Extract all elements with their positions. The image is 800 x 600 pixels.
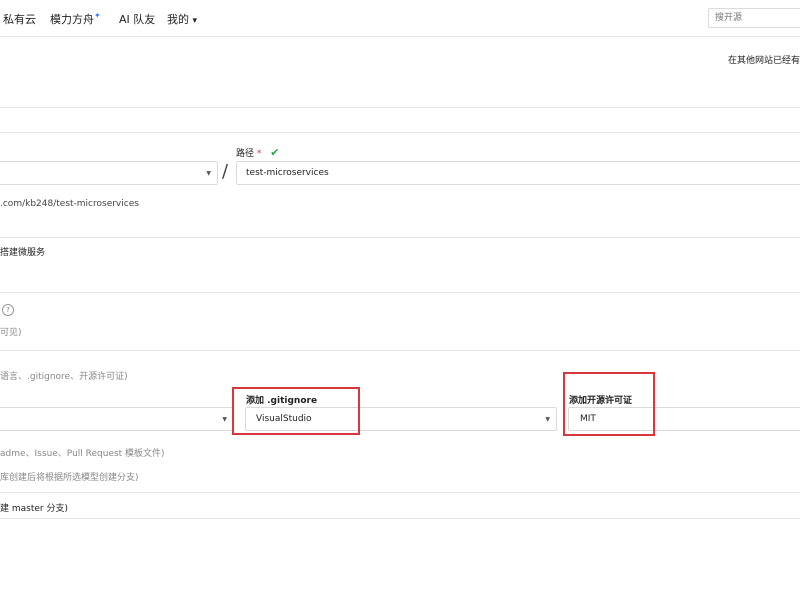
divider [0, 107, 800, 108]
nav-model-ark[interactable]: 模力方舟✦ [50, 11, 101, 27]
description-text: 搭建微服务 [0, 248, 46, 258]
path-label: 路径 [236, 149, 255, 159]
header-divider [0, 36, 800, 37]
language-select[interactable]: ▼ [0, 407, 234, 431]
divider [0, 132, 800, 133]
path-input-value: test-microservices [246, 168, 329, 178]
visibility-note: 可见) [0, 328, 22, 338]
master-branch-option[interactable]: 建 master 分支) [0, 501, 68, 514]
divider [0, 350, 800, 351]
divider [0, 492, 800, 493]
check-icon: ✔ [270, 146, 280, 159]
chevron-down-icon: ▾ [192, 16, 198, 26]
caret-down-icon: ▼ [206, 170, 211, 177]
owner-select[interactable]: ▼ [0, 161, 218, 185]
nav-mine[interactable]: 我的 ▾ [167, 11, 197, 27]
divider [0, 292, 800, 293]
nav-private-cloud[interactable]: 私有云 [3, 11, 36, 27]
nav-model-ark-label: 模力方舟 [50, 13, 94, 26]
nav-ai-teammate[interactable]: AI 队友 [119, 11, 155, 27]
branch-model-hint: 库创建后将根据所选模型创建分支) [0, 473, 139, 483]
sparkle-icon: ✦ [94, 11, 101, 20]
path-separator: / [222, 161, 229, 182]
caret-down-icon: ▼ [545, 416, 550, 423]
license-highlight [563, 372, 655, 436]
caret-down-icon: ▼ [222, 416, 227, 423]
required-mark: * [256, 149, 262, 159]
help-icon[interactable]: ? [2, 304, 14, 316]
path-input[interactable]: test-microservices [236, 161, 800, 185]
template-hint: adme、Issue、Pull Request 模板文件) [0, 449, 165, 459]
nav-mine-label: 我的 [167, 13, 189, 26]
init-hint: 语言、.gitignore、开源许可证) [0, 372, 128, 382]
repo-url-preview: .com/kb248/test-microservices [0, 199, 139, 209]
path-label-row: 路径 * ✔ [236, 146, 279, 159]
divider [0, 237, 800, 238]
import-hint-text: 在其他网站已经有 [728, 56, 800, 66]
divider [0, 518, 800, 519]
search-input[interactable] [708, 8, 800, 28]
gitignore-highlight [232, 387, 360, 435]
